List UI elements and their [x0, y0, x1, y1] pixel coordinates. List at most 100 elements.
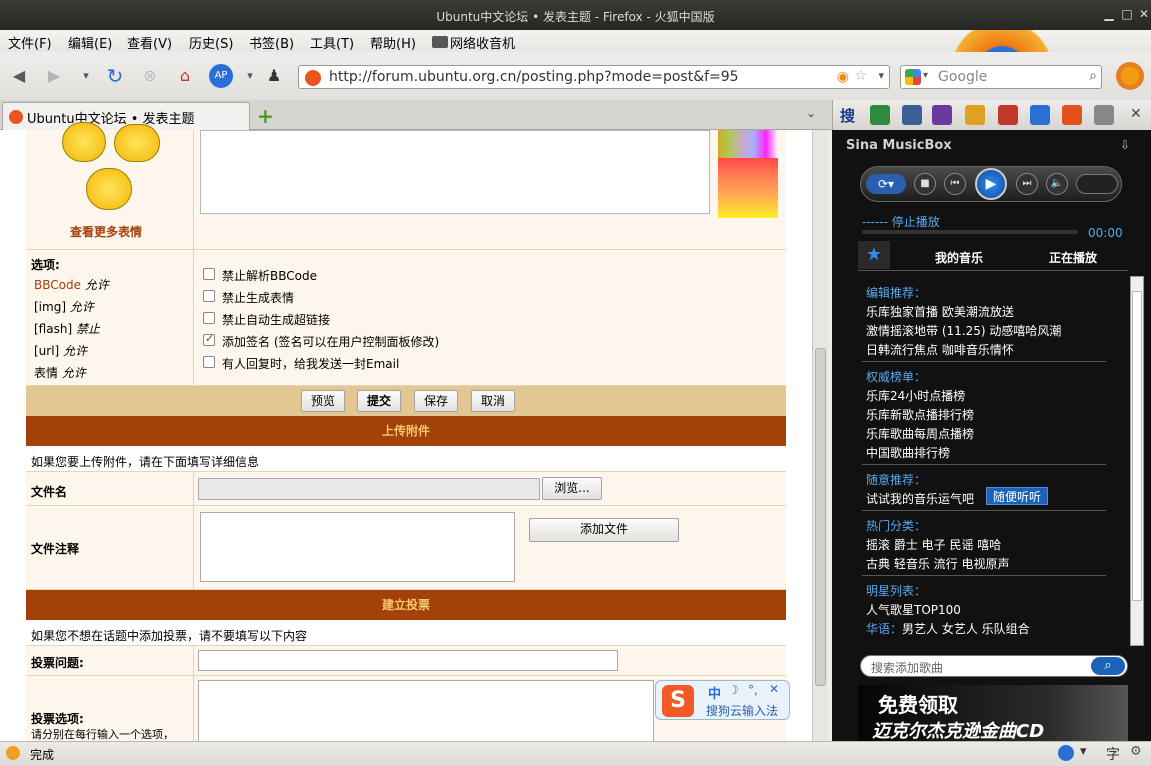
menu-view[interactable]: 查看(V): [127, 33, 172, 52]
fox-mascot-icon[interactable]: [1116, 62, 1144, 90]
download-icon[interactable]: ⇩: [1120, 138, 1130, 152]
sidebar-close-icon[interactable]: ✕: [1130, 106, 1142, 122]
list-item[interactable]: 乐库新歌点播排行榜: [866, 406, 974, 423]
list-item[interactable]: 摇滚 爵士 电子 民谣 嘻哈: [866, 536, 1001, 553]
sidebar-stock-icon[interactable]: [998, 105, 1018, 125]
disable-autolink-checkbox[interactable]: [203, 312, 215, 324]
stop-button-icon[interactable]: ■: [914, 173, 936, 195]
smiley-grin-icon[interactable]: [62, 122, 106, 162]
menu-file[interactable]: 文件(F): [8, 33, 52, 52]
sidebar-search-icon[interactable]: 搜: [840, 105, 855, 126]
list-item[interactable]: 古典 轻音乐 流行 电视原声: [866, 555, 1009, 572]
musicbox-scroll-thumb[interactable]: [1132, 291, 1142, 601]
smiley-dizzy-icon[interactable]: [86, 168, 132, 210]
status-gear-icon[interactable]: ⚙: [1130, 744, 1142, 759]
history-dropdown-icon[interactable]: ▾: [74, 64, 98, 88]
list-item[interactable]: 乐库独家首播 欧美潮流放送: [866, 303, 1014, 320]
search-bar[interactable]: ▾ Google ⌕: [900, 65, 1102, 89]
search-icon[interactable]: ⌕: [1089, 68, 1097, 84]
file-comment-textarea[interactable]: [200, 512, 515, 582]
sidebar-weather-icon[interactable]: [965, 105, 985, 125]
sidebar-settings-icon[interactable]: [1094, 105, 1114, 125]
sidebar-music-icon[interactable]: [932, 105, 952, 125]
previous-track-icon[interactable]: ⏮: [944, 173, 966, 195]
list-item[interactable]: 乐库24小时点播榜: [866, 387, 965, 404]
message-textarea[interactable]: [200, 130, 710, 214]
musicbox-scrollbar[interactable]: [1130, 276, 1144, 646]
ime-mode[interactable]: 中: [708, 683, 721, 702]
smiley-think-icon[interactable]: [114, 124, 160, 162]
poll-question-input[interactable]: [198, 650, 618, 671]
add-song-search[interactable]: 搜索添加歌曲 ⌕: [860, 655, 1128, 677]
perm-bbcode[interactable]: BBCode: [34, 278, 81, 292]
color-palette[interactable]: [718, 130, 778, 218]
menu-radio[interactable]: 网络收音机: [450, 33, 515, 52]
forward-icon[interactable]: ▶: [42, 64, 66, 88]
progress-bar[interactable]: [862, 230, 1078, 234]
menu-help[interactable]: 帮助(H): [370, 33, 416, 52]
status-addon-icon[interactable]: [1058, 745, 1074, 761]
tab-my-music[interactable]: 我的音乐: [935, 249, 983, 266]
status-dropdown-icon[interactable]: ▾: [1080, 744, 1087, 759]
disable-bbcode-checkbox[interactable]: [203, 268, 215, 280]
url-bar[interactable]: http://forum.ubuntu.org.cn/posting.php?m…: [298, 65, 890, 89]
status-font-icon[interactable]: 字: [1106, 744, 1120, 764]
repeat-mode-icon[interactable]: ⟳▾: [866, 174, 906, 194]
preview-button[interactable]: 预览: [301, 390, 345, 412]
rss-icon[interactable]: ◉: [837, 69, 849, 85]
favorites-tab-icon[interactable]: ★: [858, 241, 890, 269]
list-item[interactable]: 乐库歌曲每周点播榜: [866, 425, 974, 442]
addon-icon[interactable]: AP: [209, 64, 233, 88]
stop-icon[interactable]: ⊗: [138, 64, 162, 88]
list-item[interactable]: 激情摇滚地带 (11.25) 动感嘻哈风潮: [866, 322, 1061, 339]
engine-dropdown-icon[interactable]: ▾: [923, 70, 928, 81]
reload-icon[interactable]: ↻: [103, 64, 127, 88]
sidebar-game-icon[interactable]: [870, 105, 890, 125]
ime-punct-icon[interactable]: °,: [748, 683, 758, 697]
new-tab-icon[interactable]: +: [257, 104, 274, 128]
sidebar-photo-icon[interactable]: [902, 105, 922, 125]
huayu-items[interactable]: 男艺人 女艺人 乐队组合: [902, 622, 1030, 636]
list-item[interactable]: 中国歌曲排行榜: [866, 444, 950, 461]
play-button-icon[interactable]: ▶: [975, 168, 1007, 200]
list-item[interactable]: 日韩流行焦点 咖啡音乐情怀: [866, 341, 1014, 358]
menu-edit[interactable]: 编辑(E): [68, 33, 112, 52]
linux-penguin-icon[interactable]: ♟: [262, 64, 286, 88]
tab-now-playing[interactable]: 正在播放: [1049, 249, 1097, 266]
maximize-icon[interactable]: □: [1119, 6, 1135, 22]
attach-signature-checkbox[interactable]: [203, 332, 215, 346]
next-track-icon[interactable]: ⏭: [1016, 173, 1038, 195]
palette-warm[interactable]: [718, 158, 778, 218]
submit-button[interactable]: 提交: [357, 390, 401, 412]
menu-history[interactable]: 历史(S): [189, 33, 233, 52]
page-scroll-thumb[interactable]: [815, 348, 826, 686]
page-scrollbar[interactable]: [812, 130, 828, 741]
url-dropdown-icon[interactable]: ▾: [878, 69, 884, 82]
back-icon[interactable]: ◀: [7, 64, 31, 88]
list-item[interactable]: 华语：男艺人 女艺人 乐队组合: [866, 620, 1030, 637]
tab-list-icon[interactable]: ⌄: [806, 106, 816, 120]
close-window-icon[interactable]: ✕: [1136, 6, 1151, 22]
addon-dropdown-icon[interactable]: ▾: [238, 64, 262, 88]
list-item[interactable]: 人气歌星TOP100: [866, 601, 961, 618]
more-smilies-link[interactable]: 查看更多表情: [70, 223, 142, 240]
google-icon[interactable]: [905, 69, 921, 85]
add-song-search-icon[interactable]: ⌕: [1091, 657, 1125, 675]
poll-options-textarea[interactable]: [198, 680, 654, 750]
volume-slider[interactable]: [1076, 174, 1118, 194]
home-icon[interactable]: ⌂: [173, 64, 197, 88]
disable-smilies-checkbox[interactable]: [203, 290, 215, 302]
browse-button[interactable]: 浏览...: [542, 477, 602, 500]
ime-toolbar[interactable]: S 中 ☽ °, ✕ 搜狗云输入法: [655, 680, 790, 720]
minimize-icon[interactable]: ▁: [1101, 6, 1117, 22]
menu-tools[interactable]: 工具(T): [310, 33, 354, 52]
sidebar-news-icon[interactable]: [1062, 105, 1082, 125]
file-path-input[interactable]: [198, 478, 540, 500]
cancel-button[interactable]: 取消: [471, 390, 515, 412]
volume-icon[interactable]: 🔈: [1046, 173, 1068, 195]
ime-close-icon[interactable]: ✕: [769, 682, 779, 696]
random-listen-button[interactable]: 随便听听: [986, 487, 1048, 505]
notify-reply-checkbox[interactable]: [203, 356, 215, 368]
promo-banner[interactable]: 免费领取 迈克尔杰克逊金曲CD: [858, 685, 1128, 742]
sidebar-blog-icon[interactable]: [1030, 105, 1050, 125]
